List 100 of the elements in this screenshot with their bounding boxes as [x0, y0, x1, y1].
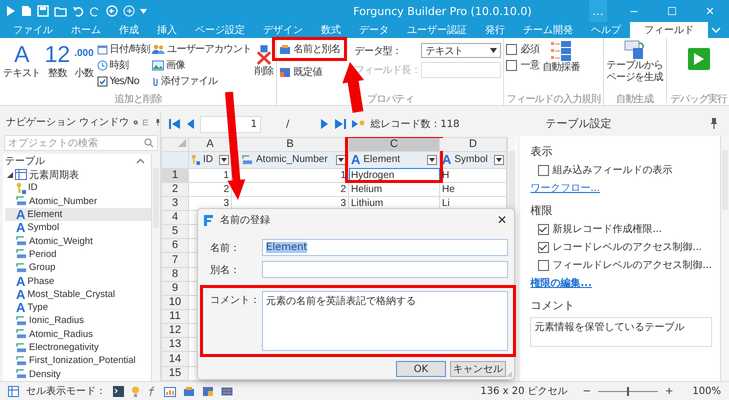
cancel-button[interactable]: キャンセル	[450, 361, 506, 377]
next-icon[interactable]	[320, 118, 330, 130]
checkbox[interactable]: 一意	[506, 58, 540, 72]
settings-icon[interactable]	[133, 118, 139, 126]
tree-item[interactable]: Ionic_Radius	[5, 314, 151, 328]
tree-item[interactable]: First_Ionization_Potential	[5, 354, 151, 368]
field-type-button[interactable]: A テキスト	[2, 40, 42, 80]
search-field[interactable]: オブジェクトの検索	[4, 135, 158, 151]
zoom-out-button[interactable]: −	[582, 386, 592, 396]
dropdown-icon[interactable]	[140, 8, 147, 14]
table-icon[interactable]	[202, 386, 214, 396]
row-number[interactable]: 12	[162, 324, 188, 338]
field-type-button[interactable]: ユーザーアカウント	[152, 42, 252, 56]
close-button[interactable]: ✕	[490, 213, 514, 227]
row-number[interactable]: 4	[162, 210, 188, 225]
filter-button[interactable]	[336, 154, 346, 165]
field-type-button[interactable]: Yes/No	[96, 74, 150, 88]
column-letter[interactable]: D	[469, 138, 477, 150]
first-page-icon[interactable]	[169, 118, 181, 130]
chevron-icon[interactable]	[136, 158, 145, 164]
row-number[interactable]: 2	[162, 182, 188, 196]
tree-item[interactable]: Period	[5, 248, 151, 262]
column-letter[interactable]: A	[206, 138, 214, 150]
comment-field[interactable]: 元素情報を保管しているテーブル	[530, 317, 712, 347]
tree-item[interactable]: Atomic_Radius	[5, 328, 151, 341]
tree-item[interactable]: A Element	[5, 208, 151, 222]
name-alias-button[interactable]: 名前と別名	[279, 42, 340, 56]
field-length-field[interactable]	[421, 62, 502, 78]
auto-number-button[interactable]: 自動採番	[541, 40, 581, 74]
delete-button[interactable]: 削除	[254, 40, 274, 78]
filter-button[interactable]	[219, 154, 229, 165]
default-value-button[interactable]: 既定値	[279, 65, 340, 79]
chart-icon[interactable]	[164, 386, 176, 396]
row-number[interactable]: 5	[162, 224, 188, 239]
grid-icon[interactable]	[8, 386, 19, 396]
checkbox[interactable]: フィールドレベルのアクセス制御...	[530, 258, 712, 272]
tree-item[interactable]: A Most_Stable_Crystal	[5, 288, 151, 301]
tree-item[interactable]: Density	[5, 367, 151, 381]
checkbox[interactable]: 必須	[506, 42, 540, 56]
field-type-button[interactable]: 日付/時刻	[96, 42, 150, 56]
comment-field[interactable]: 元素の名前を英語表記で格納する	[262, 291, 508, 351]
panel-icon[interactable]	[221, 386, 233, 396]
forward-icon[interactable]	[123, 5, 135, 17]
scrollbar[interactable]	[151, 154, 160, 381]
redo-icon[interactable]	[89, 5, 101, 17]
resize-grip-icon[interactable]	[506, 371, 512, 377]
tree-item[interactable]: Atomic_Number	[5, 194, 151, 208]
row-number[interactable]: 13	[162, 338, 188, 352]
console-icon[interactable]	[113, 386, 124, 396]
ok-button[interactable]: OK	[396, 361, 446, 377]
column-letter[interactable]: B	[286, 138, 294, 150]
row-number[interactable]: 9	[162, 281, 188, 296]
tree-item[interactable]: Group	[5, 261, 151, 274]
tree-item[interactable]: Electronegativity	[5, 340, 151, 354]
save-icon[interactable]	[37, 5, 49, 17]
back-icon[interactable]	[106, 5, 118, 17]
pin-icon[interactable]	[156, 116, 160, 128]
generate-page-button[interactable]: テーブルから ページを生成	[606, 40, 664, 84]
undo-icon[interactable]	[72, 5, 84, 17]
row-number[interactable]: 3	[162, 196, 188, 211]
last-page-icon[interactable]	[334, 118, 346, 130]
expander-icon[interactable]	[7, 172, 13, 178]
data-type-dropdown[interactable]: テキスト	[421, 43, 502, 58]
tag-icon[interactable]	[183, 386, 195, 396]
field-type-button[interactable]: 添付ファイル	[152, 74, 252, 88]
new-record-icon[interactable]	[351, 118, 366, 130]
run-button[interactable]	[688, 48, 710, 70]
row-number[interactable]: 6	[162, 238, 188, 253]
link[interactable]: 権限の編集...	[530, 276, 712, 290]
row-number[interactable]: 8	[162, 267, 188, 282]
tree-item[interactable]: A Phase	[5, 274, 151, 288]
field-type-button[interactable]: 画像	[152, 58, 252, 72]
row-number[interactable]: 15	[162, 366, 188, 380]
scrollbar[interactable]	[720, 136, 729, 381]
filter-button[interactable]	[494, 154, 504, 165]
link[interactable]: ワークフロー...	[530, 181, 712, 195]
new-document-icon[interactable]	[21, 5, 32, 17]
collapse-icon[interactable]	[142, 118, 148, 126]
tree-item[interactable]: A Type	[5, 300, 151, 314]
tree-item[interactable]: ID	[5, 181, 151, 195]
checkbox[interactable]: 組み込みフィールドの表示	[530, 163, 712, 177]
bulb-icon[interactable]	[131, 386, 140, 396]
function-icon[interactable]	[147, 386, 157, 396]
tree-item[interactable]: Atomic_Weight	[5, 234, 151, 248]
zoom-in-button[interactable]: +	[665, 386, 674, 396]
text-field[interactable]	[262, 261, 508, 278]
checkbox[interactable]: レコードレベルのアクセス制御...	[530, 240, 712, 254]
pin-icon[interactable]	[711, 118, 717, 129]
previous-icon[interactable]	[186, 118, 195, 130]
run-icon[interactable]	[6, 5, 16, 17]
tree-item[interactable]: A Symbol	[5, 221, 151, 234]
filter-button[interactable]	[427, 154, 437, 165]
ribbon-tab[interactable]: フィールド	[630, 22, 708, 38]
row-number[interactable]: 11	[162, 310, 188, 324]
tree-item[interactable]: 元素周期表	[5, 168, 151, 182]
checkbox[interactable]: 新規レコード作成権限...	[530, 222, 712, 236]
folder-icon[interactable]	[54, 5, 67, 17]
row-number[interactable]: 7	[162, 252, 188, 268]
row-number[interactable]: 1	[162, 168, 188, 182]
column-letter[interactable]: C	[390, 138, 398, 150]
